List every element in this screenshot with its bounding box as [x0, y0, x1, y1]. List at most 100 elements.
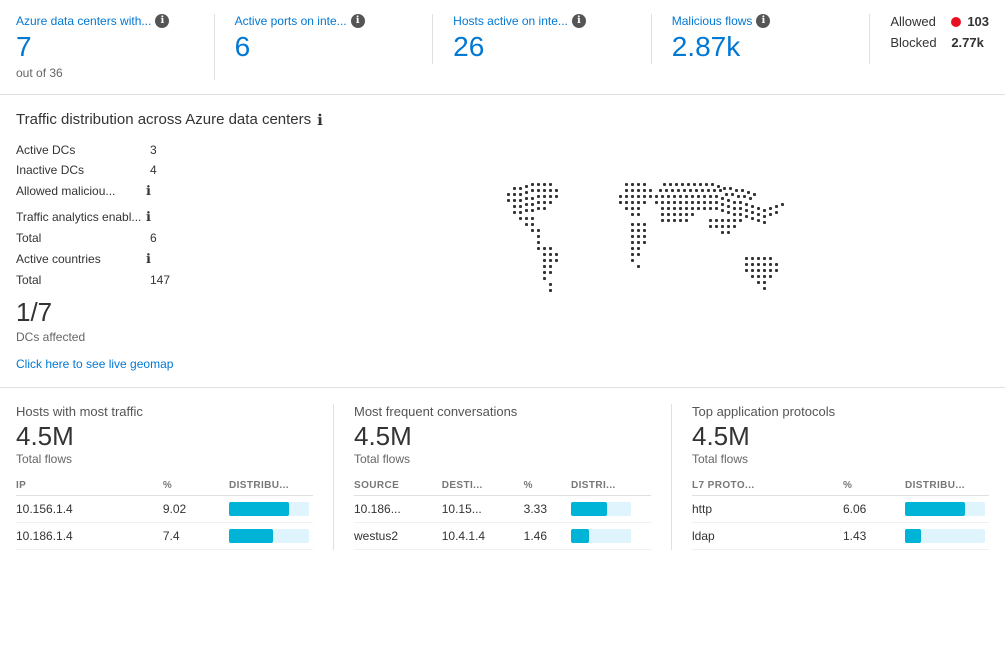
hosts-active-metric: Hosts active on inte... ℹ 26 — [453, 14, 652, 64]
active-dcs-name: Active DCs — [16, 143, 146, 157]
allowed-malicious-info-icon[interactable]: ℹ — [146, 183, 151, 199]
inactive-dcs-value: 4 — [150, 163, 157, 177]
hosts-active-info-icon[interactable]: ℹ — [572, 14, 586, 28]
proto-pct: 1.43 — [843, 522, 905, 549]
world-map-svg: .dot { fill: #333; } — [473, 157, 833, 357]
proto-bar — [905, 522, 989, 549]
allowed-malicious-row: Allowed maliciou... ℹ — [16, 183, 296, 199]
blocked-count: 2.77k — [951, 35, 984, 50]
traffic-total-name: Total — [16, 231, 146, 245]
world-map: .dot { fill: #333; } — [316, 143, 989, 371]
protocols-table-header: L7 PROTO... % DISTRIBU... — [692, 476, 989, 496]
proto-col-name: L7 PROTO... — [692, 476, 843, 496]
geomap-link[interactable]: Click here to see live geomap — [16, 357, 173, 371]
hosts-col-pct: % — [163, 476, 229, 496]
proto-pct: 6.06 — [843, 495, 905, 522]
hosts-traffic-panel: Hosts with most traffic 4.5M Total flows… — [16, 404, 334, 550]
countries-total-value: 147 — [150, 273, 170, 287]
hosts-col-ip: IP — [16, 476, 163, 496]
host-ip: 10.156.1.4 — [16, 495, 163, 522]
azure-dc-info-icon[interactable]: ℹ — [155, 14, 169, 28]
active-countries-name: Active countries — [16, 252, 146, 266]
conv-source: westus2 — [354, 522, 442, 549]
malicious-flows-metric: Malicious flows ℹ 2.87k — [672, 14, 871, 64]
conv-col-source: SOURCE — [354, 476, 442, 496]
azure-dc-sub: out of 36 — [16, 66, 194, 80]
table-row: 10.186.1.4 7.4 — [16, 522, 313, 549]
conv-col-dest: DESTI... — [442, 476, 524, 496]
bottom-panels: Hosts with most traffic 4.5M Total flows… — [0, 388, 1005, 566]
hosts-table-header: IP % DISTRIBU... — [16, 476, 313, 496]
active-ports-value: 6 — [235, 30, 413, 64]
table-row: 10.156.1.4 9.02 — [16, 495, 313, 522]
host-pct: 9.02 — [163, 495, 229, 522]
traffic-analytics-row: Traffic analytics enabl... ℹ — [16, 209, 296, 225]
hosts-col-distrib: DISTRIBU... — [229, 476, 313, 496]
conversations-total-value: 4.5M — [354, 421, 651, 452]
table-row: westus2 10.4.1.4 1.46 — [354, 522, 651, 549]
conversations-panel-title: Most frequent conversations — [354, 404, 651, 419]
conv-bar — [571, 495, 651, 522]
malicious-flows-label: Malicious flows ℹ — [672, 14, 850, 28]
active-ports-label: Active ports on inte... ℹ — [235, 14, 413, 28]
traffic-total-row: Total 6 — [16, 231, 296, 245]
conv-bar — [571, 522, 651, 549]
host-bar — [229, 522, 313, 549]
protocols-total-value: 4.5M — [692, 421, 989, 452]
hosts-panel-title: Hosts with most traffic — [16, 404, 313, 419]
inactive-dcs-row: Inactive DCs 4 — [16, 163, 296, 177]
azure-dc-metric: Azure data centers with... ℹ 7 out of 36 — [16, 14, 215, 80]
malicious-flows-value: 2.87k — [672, 30, 850, 64]
active-countries-info-icon[interactable]: ℹ — [146, 251, 151, 267]
blocked-label: Blocked — [890, 35, 945, 50]
traffic-section-title: Traffic distribution across Azure data c… — [16, 111, 989, 129]
allowed-row: Allowed 103 — [890, 14, 989, 29]
proto-name: http — [692, 495, 843, 522]
proto-bar — [905, 495, 989, 522]
top-metrics-bar: Azure data centers with... ℹ 7 out of 36… — [0, 0, 1005, 95]
host-pct: 7.4 — [163, 522, 229, 549]
hosts-total-value: 4.5M — [16, 421, 313, 452]
protocols-total-label: Total flows — [692, 452, 989, 466]
hosts-active-value: 26 — [453, 30, 631, 64]
hosts-total-label: Total flows — [16, 452, 313, 466]
host-ip: 10.186.1.4 — [16, 522, 163, 549]
malicious-flows-info-icon[interactable]: ℹ — [756, 14, 770, 28]
conversations-panel: Most frequent conversations 4.5M Total f… — [354, 404, 672, 550]
active-ports-info-icon[interactable]: ℹ — [351, 14, 365, 28]
traffic-section-info-icon[interactable]: ℹ — [317, 111, 323, 129]
proto-col-pct: % — [843, 476, 905, 496]
azure-dc-value: 7 — [16, 30, 194, 64]
host-bar — [229, 495, 313, 522]
traffic-stats: Active DCs 3 Inactive DCs 4 Allowed mali… — [16, 143, 296, 371]
conv-pct: 1.46 — [524, 522, 571, 549]
active-countries-row: Active countries ℹ — [16, 251, 296, 267]
active-dcs-row: Active DCs 3 — [16, 143, 296, 157]
conv-source: 10.186... — [354, 495, 442, 522]
traffic-distribution-section: Traffic distribution across Azure data c… — [0, 95, 1005, 388]
traffic-analytics-name: Traffic analytics enabl... — [16, 210, 146, 224]
protocols-table: L7 PROTO... % DISTRIBU... http 6.06 ldap… — [692, 476, 989, 550]
hosts-table: IP % DISTRIBU... 10.156.1.4 9.02 10.186.… — [16, 476, 313, 550]
blocked-row: Blocked 2.77k — [890, 35, 989, 50]
conversations-total-label: Total flows — [354, 452, 651, 466]
conv-dest: 10.4.1.4 — [442, 522, 524, 549]
conv-dest: 10.15... — [442, 495, 524, 522]
fraction-value: 1/7 — [16, 297, 296, 328]
conversations-table: SOURCE DESTI... % DISTRI... 10.186... 10… — [354, 476, 651, 550]
conv-col-distrib: DISTRI... — [571, 476, 651, 496]
protocols-panel: Top application protocols 4.5M Total flo… — [692, 404, 989, 550]
table-row: http 6.06 — [692, 495, 989, 522]
active-dcs-value: 3 — [150, 143, 157, 157]
traffic-analytics-info-icon[interactable]: ℹ — [146, 209, 151, 225]
hosts-active-label: Hosts active on inte... ℹ — [453, 14, 631, 28]
table-row: 10.186... 10.15... 3.33 — [354, 495, 651, 522]
allowed-label: Allowed — [890, 14, 945, 29]
active-ports-metric: Active ports on inte... ℹ 6 — [235, 14, 434, 64]
protocols-panel-title: Top application protocols — [692, 404, 989, 419]
traffic-total-value: 6 — [150, 231, 157, 245]
countries-total-row: Total 147 — [16, 273, 296, 287]
conversations-table-header: SOURCE DESTI... % DISTRI... — [354, 476, 651, 496]
traffic-content: Active DCs 3 Inactive DCs 4 Allowed mali… — [16, 143, 989, 371]
proto-name: ldap — [692, 522, 843, 549]
